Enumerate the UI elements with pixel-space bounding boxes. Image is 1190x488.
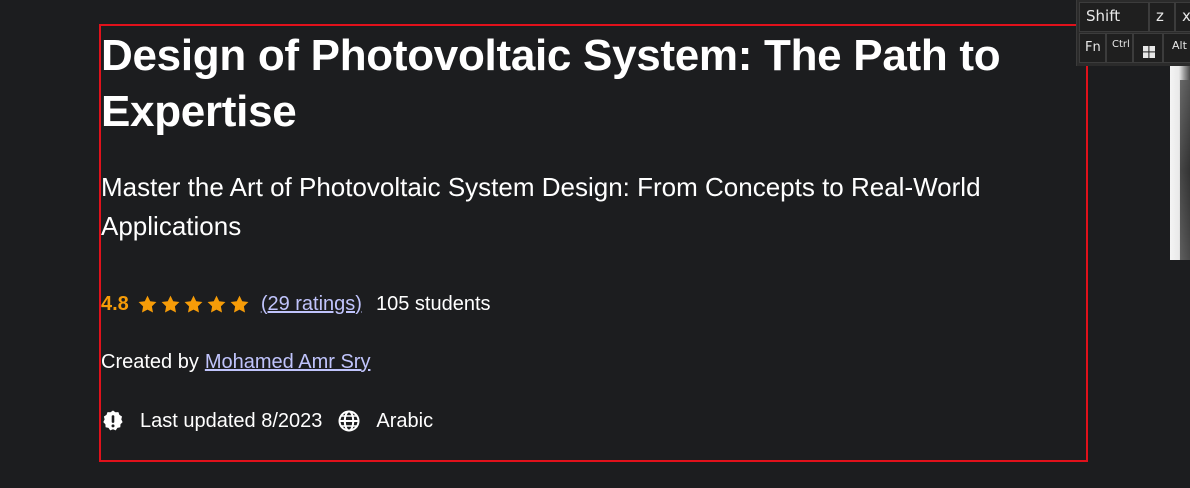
alt-key[interactable]: Alt	[1163, 33, 1190, 63]
x-key-label: x	[1182, 7, 1190, 25]
course-header-page: Design of Photovoltaic System: The Path …	[0, 0, 1190, 488]
fn-key-label: Fn	[1085, 40, 1101, 55]
shift-key-label: Shift	[1086, 7, 1121, 25]
z-key-label: z	[1156, 7, 1164, 25]
selection-highlight-box	[99, 24, 1088, 462]
ctrl-key-label: Ctrl	[1112, 39, 1130, 50]
course-preview-image-shade	[1180, 80, 1190, 260]
fn-key[interactable]: Fn	[1079, 33, 1106, 63]
on-screen-keyboard: Shift z x Fn Ctrl Alt	[1076, 0, 1190, 66]
x-key[interactable]: x	[1175, 2, 1190, 32]
windows-key[interactable]	[1133, 33, 1163, 63]
z-key[interactable]: z	[1149, 2, 1175, 32]
alt-key-label: Alt	[1172, 39, 1187, 52]
windows-logo-icon	[1143, 43, 1155, 62]
ctrl-key[interactable]: Ctrl	[1106, 33, 1133, 63]
shift-key[interactable]: Shift	[1079, 2, 1149, 32]
